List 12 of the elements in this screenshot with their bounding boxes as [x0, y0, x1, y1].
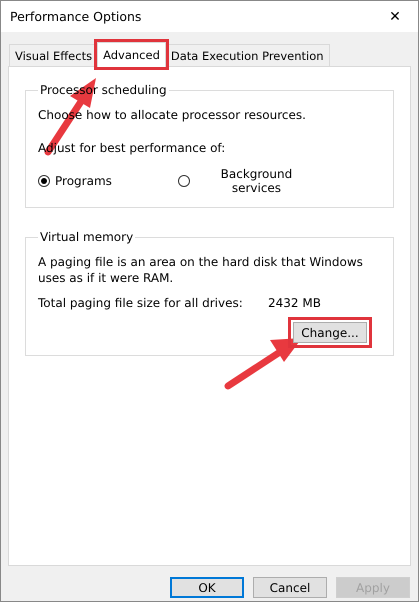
radio-option[interactable]: Background services [178, 167, 318, 195]
change-button[interactable]: Change... [293, 322, 367, 343]
window-title: Performance Options [10, 9, 142, 24]
dialog-button[interactable]: OK [170, 577, 244, 598]
total-label: Total paging file size for all drives: [38, 296, 244, 310]
total-value: 2432 MB [268, 296, 321, 310]
tab[interactable]: Advanced [97, 42, 166, 67]
close-button[interactable]: ✕ [372, 1, 418, 32]
description-text: A paging file is an area on the hard disk that Windows uses as if it were RAM. [38, 254, 364, 286]
group-title: Virtual memory [39, 230, 134, 244]
dialog-button[interactable]: Cancel [253, 577, 327, 598]
radio-option[interactable]: Programs [38, 167, 178, 195]
